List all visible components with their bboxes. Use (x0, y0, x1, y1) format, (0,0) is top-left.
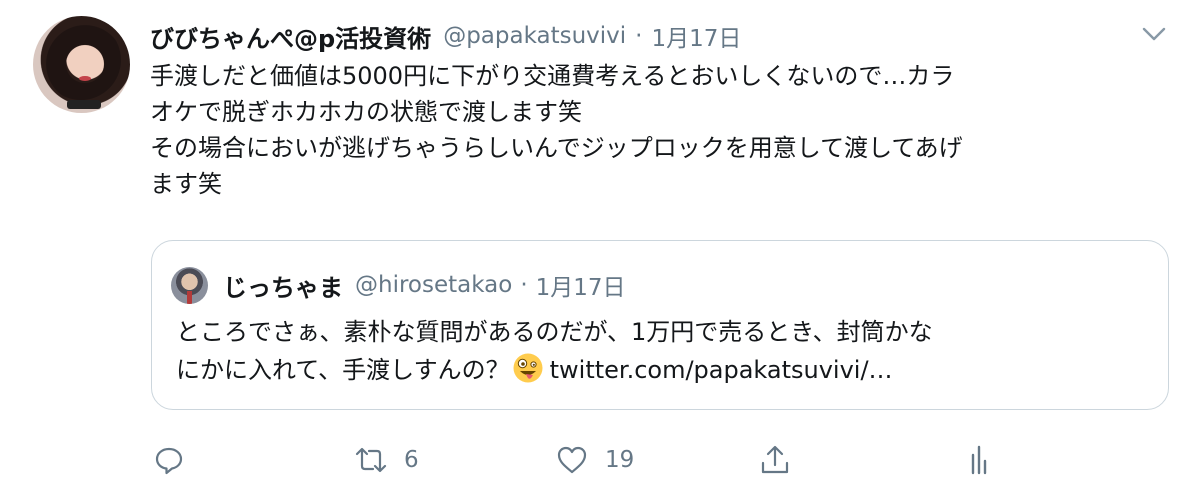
tweet-text-line: ます笑 (150, 170, 222, 198)
quoted-text-line-2: にかに入れて、手渡しすんの？ twitter.com/papakatsuvivi… (176, 351, 1151, 389)
tweet[interactable]: びびちゃんぺ@p活投資術 @papakatsuvivi · 1月17日 手渡しだ… (0, 0, 1198, 500)
tweet-actions: 6 19 (150, 440, 1170, 480)
quoted-timestamp: 1月17日 (535, 275, 626, 301)
share-button[interactable] (758, 440, 808, 480)
analytics-icon (971, 445, 987, 475)
avatar-choker (67, 100, 101, 109)
quoted-header-separator: · (520, 272, 528, 298)
analytics-button[interactable] (962, 440, 996, 480)
quoted-author-display-name: じっちゃま (223, 273, 343, 302)
reply-icon (155, 447, 183, 475)
retweet-icon (355, 447, 387, 473)
quoted-text-prefix: にかに入れて、手渡しすんの？ (176, 356, 510, 384)
quoted-tweet-header: じっちゃま @hirosetakao · 1月17日 (223, 267, 626, 303)
like-count: 19 (605, 447, 635, 473)
quoted-tweet-link[interactable]: twitter.com/papakatsuvivi/… (550, 356, 893, 384)
author-handle[interactable]: @papakatsuvivi (443, 23, 626, 49)
retweet-count: 6 (404, 447, 419, 473)
tweet-text-line: その場合においが逃げちゃうらしいんでジップロックを用意して渡してあげ (150, 134, 963, 162)
retweet-button[interactable]: 6 (354, 440, 419, 480)
author-avatar[interactable] (33, 16, 130, 113)
tweet-text-line: オケで脱ぎホカホカの状態で渡します笑 (150, 98, 582, 126)
avatar-tie (187, 291, 192, 304)
heart-icon (557, 446, 587, 474)
author-display-name[interactable]: びびちゃんぺ@p活投資術 (150, 19, 431, 54)
quoted-tweet-text: ところでさぁ、素朴な質問があるのだが、1万円で売るとき、封筒かな にかに入れて、… (176, 313, 1151, 389)
share-icon (761, 445, 789, 474)
reply-button[interactable] (152, 440, 202, 480)
quoted-tweet[interactable]: じっちゃま @hirosetakao · 1月17日 ところでさぁ、素朴な質問が… (151, 240, 1169, 410)
tweet-text-line: 手渡しだと価値は5000円に下がり交通費考えるとおいしくないので…カラ (150, 62, 955, 90)
quoted-text-line: ところでさぁ、素朴な質問があるのだが、1万円で売るとき、封筒かな (176, 318, 933, 346)
chevron-down-icon[interactable] (1141, 25, 1167, 43)
header-separator: · (635, 23, 643, 49)
like-button[interactable]: 19 (555, 440, 634, 480)
quoted-author-avatar (171, 267, 208, 304)
tweet-timestamp[interactable]: 1月17日 (651, 19, 741, 53)
zany-face-icon (513, 353, 543, 383)
avatar-lips (79, 76, 91, 81)
avatar-hair (41, 20, 121, 100)
tweet-header: びびちゃんぺ@p活投資術 @papakatsuvivi · 1月17日 (150, 18, 741, 54)
tweet-text: 手渡しだと価値は5000円に下がり交通費考えるとおいしくないので…カラ オケで脱… (150, 58, 1170, 202)
quoted-author-handle: @hirosetakao (355, 272, 513, 298)
